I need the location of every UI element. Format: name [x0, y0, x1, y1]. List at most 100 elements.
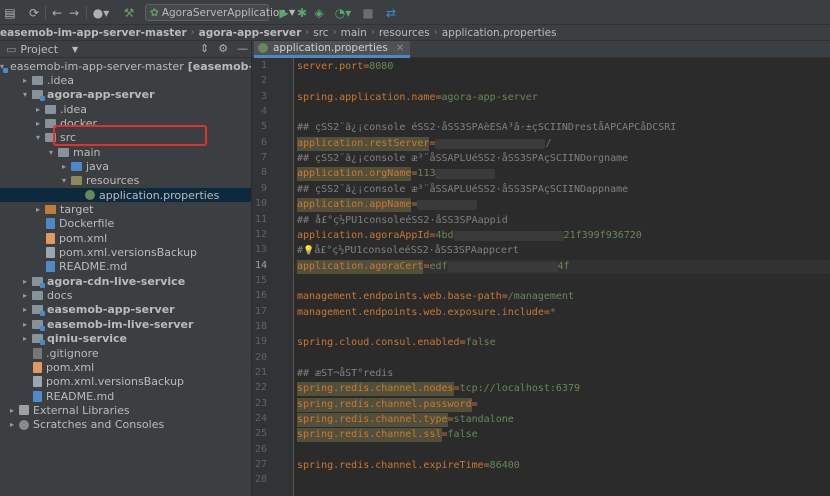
tree-item-label: Scratches and Consoles: [33, 418, 165, 432]
expand-arrow-icon[interactable]: ▾: [20, 90, 30, 99]
project-view-selector[interactable]: ▭ Project ▼: [6, 43, 78, 56]
tree-item[interactable]: ▸ .idea: [0, 73, 251, 87]
debug-icon[interactable]: ✱: [296, 5, 308, 20]
tree-item[interactable]: ▸ External Libraries: [0, 403, 251, 417]
tree-item[interactable]: pom.xml: [0, 360, 251, 374]
line-number: 17: [254, 305, 267, 317]
profile-icon[interactable]: ◔▾: [334, 5, 352, 20]
tree-item[interactable]: ▸ agora-cdn-live-service: [0, 274, 251, 288]
property-value: standalone: [453, 414, 514, 426]
run-icon[interactable]: ▶: [278, 5, 290, 20]
property-key: spring.redis.channel.expireTime: [297, 460, 484, 472]
tree-item[interactable]: ▸ java: [0, 159, 251, 173]
property-key: server.port: [297, 61, 364, 72]
run-configuration-select[interactable]: ✿ AgoraServerApplication ▼: [145, 4, 295, 21]
collapse-arrow-icon[interactable]: ▸: [20, 305, 30, 314]
gear-icon[interactable]: ⚙: [218, 42, 228, 55]
tree-item[interactable]: pom.xml: [0, 231, 251, 245]
tree-item-label: pom.xml: [59, 231, 108, 245]
tree-item[interactable]: ▸ .idea: [0, 102, 251, 116]
stop-icon[interactable]: ■: [362, 5, 374, 20]
translate-icon[interactable]: ⇄: [384, 5, 398, 20]
collapse-arrow-icon[interactable]: ▸: [20, 291, 30, 300]
tree-item-label: README.md: [59, 260, 128, 274]
tree-item[interactable]: README.md: [0, 260, 251, 274]
save-icon[interactable]: ▤: [4, 5, 16, 20]
collapse-arrow-icon[interactable]: ▸: [20, 76, 30, 85]
tree-item-label: target: [60, 203, 94, 216]
tree-item[interactable]: application.properties: [0, 188, 251, 203]
tree-item[interactable]: pom.xml.versionsBackup: [0, 375, 251, 389]
chevron-right-icon: ›: [433, 27, 438, 38]
expand-arrow-icon[interactable]: ▾: [33, 133, 43, 142]
breadcrumb-item[interactable]: agora-app-server: [195, 27, 302, 39]
maven-file-icon: [46, 232, 55, 244]
breadcrumb-item[interactable]: main: [337, 27, 367, 39]
library-icon: [19, 405, 29, 416]
build-hammer-icon[interactable]: ⚒: [123, 5, 135, 20]
collapse-arrow-icon[interactable]: ▸: [7, 420, 17, 429]
tree-item[interactable]: ▸ easemob-app-server: [0, 303, 251, 317]
tree-item-label: agora-app-server: [47, 88, 155, 102]
tree-item[interactable]: ▸ target: [0, 203, 251, 217]
code-editor[interactable]: server.port = 8080 spring.application.name =…: [295, 58, 830, 496]
annotation-highlight-box: [53, 125, 207, 146]
tree-item[interactable]: Dockerfile: [0, 217, 251, 231]
expand-arrow-icon[interactable]: ▾: [59, 176, 69, 185]
forward-icon[interactable]: →: [68, 5, 80, 20]
collapse-arrow-icon[interactable]: ▸: [33, 119, 43, 128]
line-number: 1: [260, 60, 267, 71]
collapse-arrow-icon[interactable]: ▸: [33, 105, 43, 114]
breadcrumb-item[interactable]: easemob-im-app-server-master: [0, 27, 187, 39]
tree-item[interactable]: ▸ qiniu-service: [0, 332, 251, 346]
tree-item[interactable]: ▸ easemob-im-live-server: [0, 317, 251, 331]
line-number: 4: [260, 106, 267, 118]
tree-item-label: pom.xml.versionsBackup: [59, 246, 198, 260]
module-folder-icon: [32, 276, 45, 288]
line-number: 6: [260, 136, 267, 148]
tree-item[interactable]: pom.xml.versionsBackup: [0, 246, 251, 260]
code-line: management.endpoints.web.exposure.includ…: [297, 306, 556, 320]
tree-item[interactable]: ▸ docs: [0, 289, 251, 303]
lightbulb-icon[interactable]: 💡: [303, 244, 314, 258]
target-folder-icon: [45, 205, 56, 214]
chevron-right-icon: ›: [305, 27, 310, 38]
tree-item[interactable]: README.md: [0, 389, 251, 403]
tree-item[interactable]: ▸ Scratches and Consoles: [0, 418, 251, 432]
line-number: 21: [254, 367, 267, 378]
close-icon[interactable]: ✕: [396, 43, 404, 54]
tree-item[interactable]: .gitignore: [0, 346, 251, 360]
collapse-arrow-icon[interactable]: ▸: [20, 277, 30, 286]
line-number: 28: [254, 474, 267, 486]
gitignore-file-icon: [33, 347, 42, 359]
code-line: application.appName =: [297, 198, 478, 213]
line-number: 7: [260, 152, 267, 164]
back-icon[interactable]: ←: [51, 5, 63, 20]
user-icon[interactable]: ●▾: [92, 5, 110, 20]
property-key: spring.application.name: [297, 91, 436, 103]
tab-application-properties[interactable]: application.properties ✕: [254, 41, 411, 58]
source-folder-icon: [71, 161, 82, 171]
expand-arrow-icon[interactable]: ▾: [46, 148, 56, 157]
collapse-arrow-icon[interactable]: ▸: [59, 162, 69, 171]
property-value: agora-app-server: [441, 91, 538, 103]
collapse-arrow-icon[interactable]: ▸: [20, 320, 30, 329]
collapse-arrow-icon[interactable]: ▸: [33, 205, 43, 214]
tree-item[interactable]: ▾easemob-im-app-server-master[easemob-im…: [0, 59, 251, 73]
property-value-tail: 4f: [557, 260, 570, 272]
coverage-icon[interactable]: ◈: [313, 5, 325, 20]
breadcrumb-item[interactable]: resources: [375, 27, 430, 39]
tree-item[interactable]: ▾ agora-app-server: [0, 88, 251, 102]
tree-item[interactable]: ▾ resources: [0, 174, 251, 188]
breadcrumb-item[interactable]: src: [309, 27, 328, 39]
code-line: server.port = 8080: [297, 60, 393, 74]
line-number: 19: [254, 336, 267, 348]
tree-item[interactable]: ▾ main: [0, 145, 251, 159]
collapse-arrow-icon[interactable]: ▸: [20, 334, 30, 343]
expand-all-icon[interactable]: ⇕: [200, 42, 209, 55]
redacted-value: [435, 169, 496, 180]
sync-icon[interactable]: ⟳: [28, 5, 40, 20]
breadcrumb-item[interactable]: application.properties: [438, 27, 557, 39]
minimize-icon[interactable]: —: [237, 42, 248, 55]
collapse-arrow-icon[interactable]: ▸: [7, 406, 17, 415]
